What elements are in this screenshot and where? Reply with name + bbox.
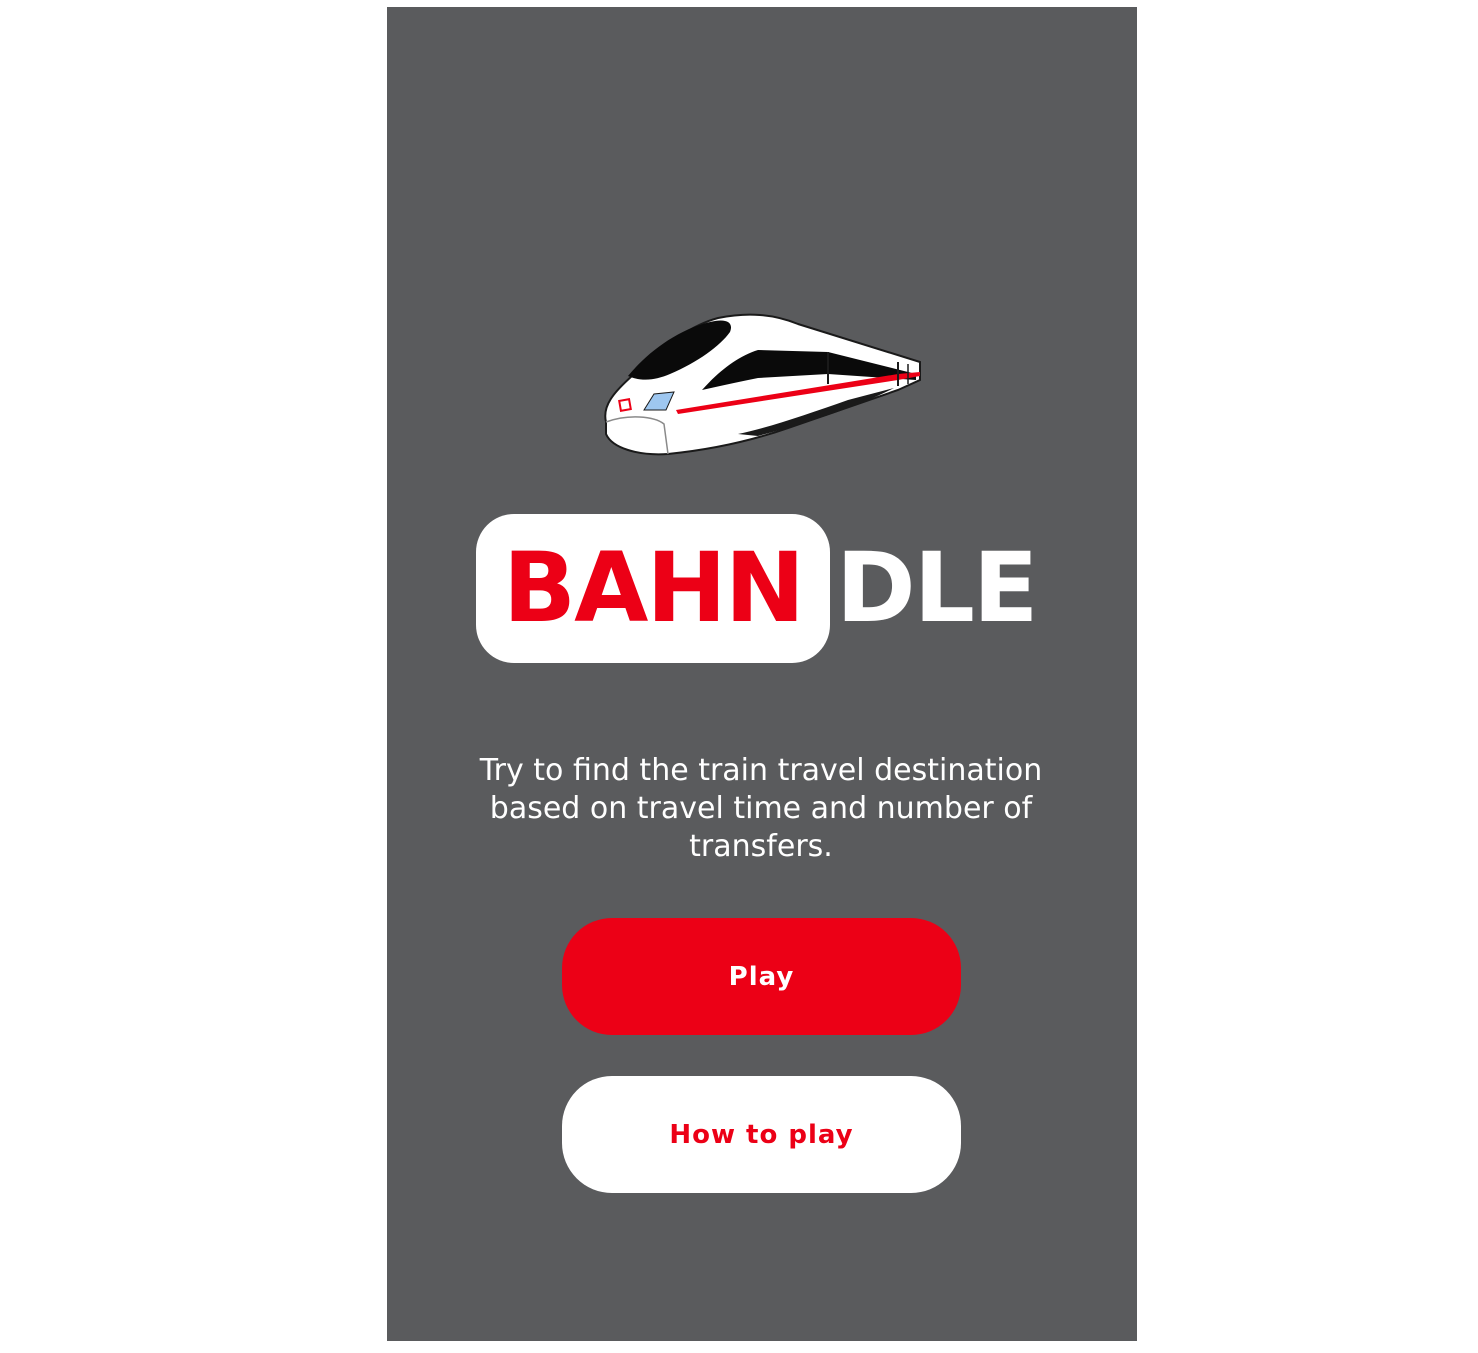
logo-text-dle: DLE — [836, 532, 1038, 644]
ice-train-icon — [604, 313, 921, 456]
play-button[interactable]: Play — [562, 918, 961, 1035]
game-description: Try to find the train travel destination… — [479, 753, 1043, 864]
logo-text-bahn: BAHN — [502, 532, 805, 644]
how-to-play-button[interactable]: How to play — [562, 1076, 961, 1193]
